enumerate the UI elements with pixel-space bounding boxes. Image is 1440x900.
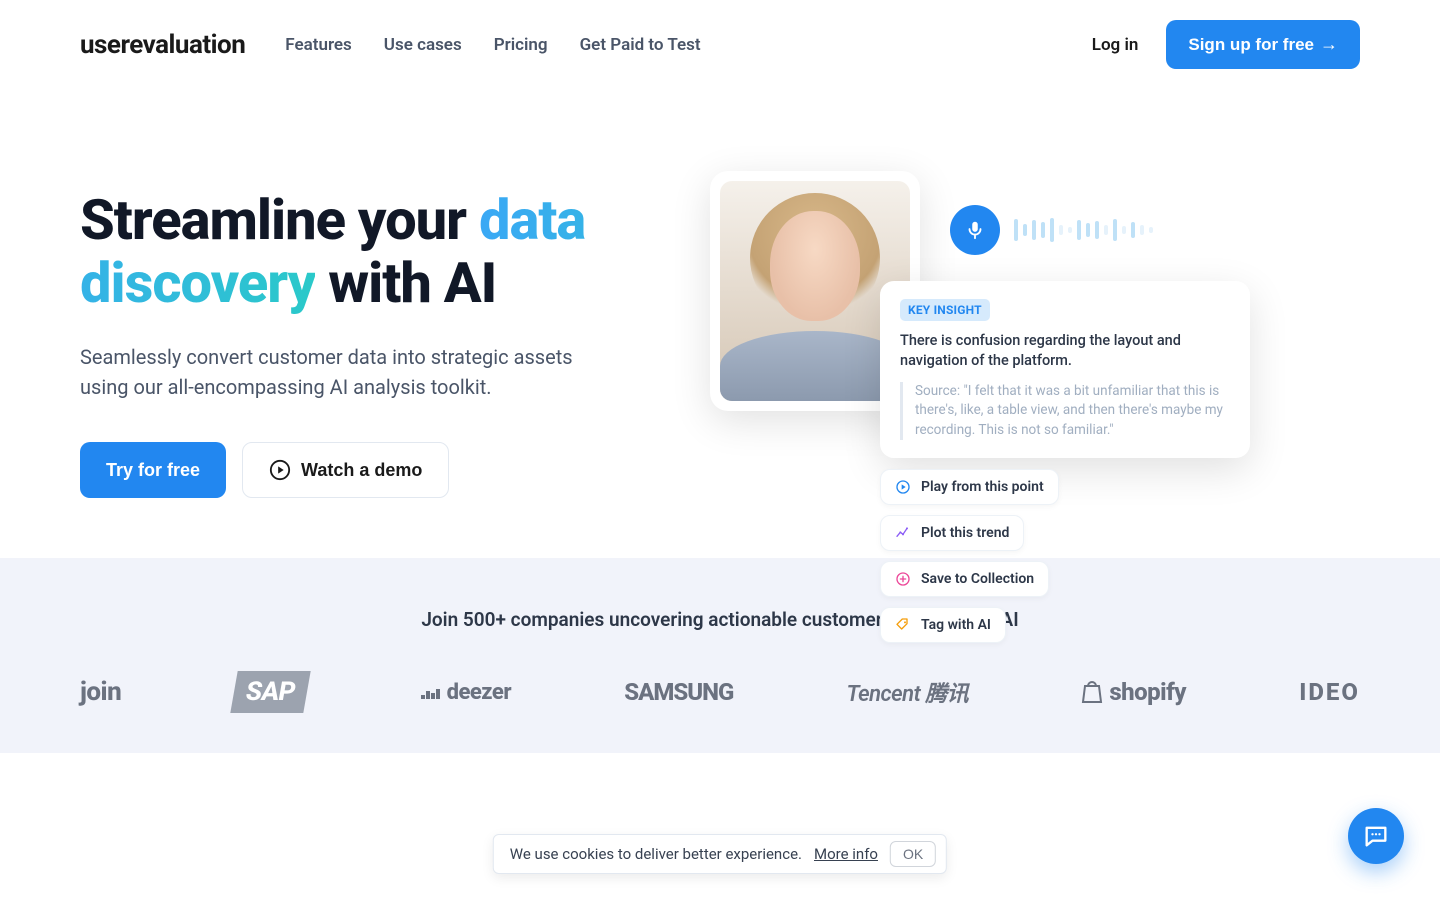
hero-title-suffix: with AI xyxy=(315,250,496,316)
nav-get-paid[interactable]: Get Paid to Test xyxy=(580,35,701,55)
hero-section: Streamline your data discovery with AI S… xyxy=(0,89,1440,558)
add-circle-icon xyxy=(895,571,911,587)
hero-title: Streamline your data discovery with AI xyxy=(80,189,660,314)
try-free-button[interactable]: Try for free xyxy=(80,442,226,498)
signup-label: Sign up for free xyxy=(1188,35,1314,55)
nav-pricing[interactable]: Pricing xyxy=(494,35,548,55)
shopify-bag-icon xyxy=(1081,680,1103,704)
main-nav: Features Use cases Pricing Get Paid to T… xyxy=(285,35,700,55)
logo-samsung: SAMSUNG xyxy=(624,678,733,706)
audio-wave xyxy=(950,205,1153,255)
arrow-right-icon: → xyxy=(1320,34,1338,55)
microphone-icon xyxy=(950,205,1000,255)
play-circle-icon xyxy=(269,459,291,481)
insight-source: Source: "I felt that it was a bit unfami… xyxy=(900,382,1230,441)
waveform-icon xyxy=(1014,218,1153,242)
play-icon xyxy=(895,479,911,495)
hero-actions: Try for free Watch a demo xyxy=(80,442,660,498)
logo-tencent: Tencent 腾讯 xyxy=(847,676,969,708)
chat-widget-button[interactable] xyxy=(1348,808,1404,864)
action-chips: Play from this point Plot this trend Sav… xyxy=(880,469,1059,643)
logo-join: join xyxy=(80,677,121,707)
nav-features[interactable]: Features xyxy=(285,35,352,55)
chip-play[interactable]: Play from this point xyxy=(880,469,1059,505)
chip-plot-label: Plot this trend xyxy=(921,525,1009,541)
logo-deezer-text: deezer xyxy=(447,680,511,705)
header: userevaluation Features Use cases Pricin… xyxy=(0,0,1440,89)
hero-visual: KEY INSIGHT There is confusion regarding… xyxy=(720,189,1360,498)
cookie-more-info-link[interactable]: More info xyxy=(814,845,878,863)
cookie-ok-button[interactable]: OK xyxy=(890,841,936,867)
chip-play-label: Play from this point xyxy=(921,479,1044,495)
trend-icon xyxy=(895,525,911,541)
login-link[interactable]: Log in xyxy=(1092,35,1139,55)
social-proof: Join 500+ companies uncovering actionabl… xyxy=(0,558,1440,753)
social-proof-title: Join 500+ companies uncovering actionabl… xyxy=(80,608,1360,631)
watch-demo-button[interactable]: Watch a demo xyxy=(242,442,449,498)
chip-tag[interactable]: Tag with AI xyxy=(880,607,1006,643)
insight-card: KEY INSIGHT There is confusion regarding… xyxy=(880,281,1250,458)
chip-save-label: Save to Collection xyxy=(921,571,1034,587)
watch-demo-label: Watch a demo xyxy=(301,460,422,481)
signup-button[interactable]: Sign up for free → xyxy=(1166,20,1360,69)
tag-icon xyxy=(895,617,911,633)
nav-usecases[interactable]: Use cases xyxy=(384,35,462,55)
chip-plot[interactable]: Plot this trend xyxy=(880,515,1024,551)
hero-left: Streamline your data discovery with AI S… xyxy=(80,189,660,498)
hero-subtitle: Seamlessly convert customer data into st… xyxy=(80,342,600,402)
cookie-text: We use cookies to deliver better experie… xyxy=(510,845,802,863)
insight-text: There is confusion regarding the layout … xyxy=(900,331,1230,372)
brand-logos: join SAP deezer SAMSUNG Tencent 腾讯 shopi… xyxy=(80,671,1360,713)
header-actions: Log in Sign up for free → xyxy=(1092,20,1360,69)
chat-icon xyxy=(1362,822,1390,850)
chip-tag-label: Tag with AI xyxy=(921,617,991,633)
logo-ideo: IDEO xyxy=(1299,678,1360,706)
hero-title-prefix: Streamline your xyxy=(80,187,479,253)
deezer-bars-icon xyxy=(421,685,441,699)
logo-sap: SAP xyxy=(231,671,311,713)
logo-shopify-text: shopify xyxy=(1109,678,1186,706)
cookie-bar: We use cookies to deliver better experie… xyxy=(493,834,947,874)
brand-logo[interactable]: userevaluation xyxy=(80,30,245,60)
insight-tag: KEY INSIGHT xyxy=(900,299,990,321)
logo-shopify: shopify xyxy=(1081,678,1186,706)
chip-save[interactable]: Save to Collection xyxy=(880,561,1049,597)
logo-deezer: deezer xyxy=(421,680,511,705)
